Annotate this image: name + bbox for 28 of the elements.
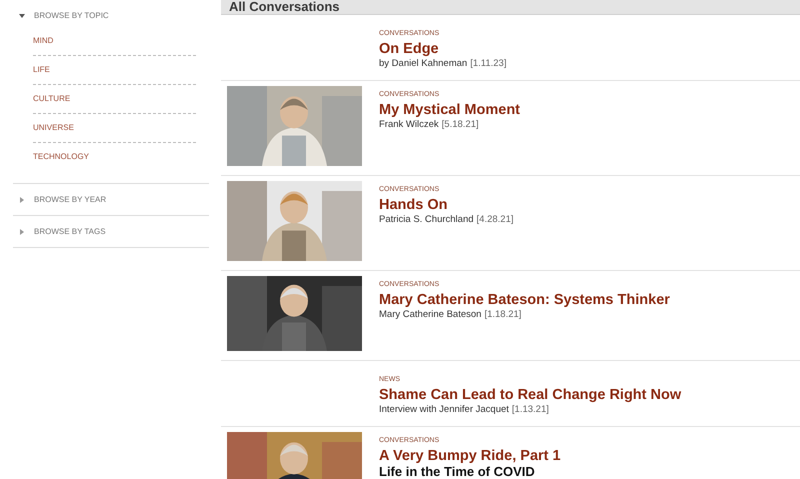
section-header: All Conversations [221, 0, 800, 15]
article-title[interactable]: A Very Bumpy Ride, Part 1 [379, 448, 561, 465]
date: [1.13.21] [512, 404, 549, 416]
byline: Mary Catherine Bateson [379, 309, 482, 321]
topic-link[interactable]: MIND [33, 27, 196, 56]
byline: Patricia S. Churchland [379, 214, 474, 226]
date: [4.28.21] [476, 214, 514, 226]
byline: Interview with Jennifer Jacquet [379, 404, 509, 416]
topic-link[interactable]: UNIVERSE [33, 114, 196, 143]
byline: Frank Wilczek [379, 119, 439, 131]
article-title[interactable]: Mary Catherine Bateson: Systems Thinker [379, 292, 670, 309]
date: [1.11.23] [470, 58, 506, 70]
sidebar-section-toggle[interactable]: BROWSE BY YEAR [13, 184, 106, 215]
article-title[interactable]: Shame Can Lead to Real Change Right Now [379, 387, 682, 404]
article-title[interactable]: On Edge [379, 41, 506, 58]
topic-link[interactable]: LIFE [33, 56, 196, 85]
sidebar-section-toggle[interactable]: BROWSE BY TAGS [13, 216, 106, 247]
date: [1.18.21] [484, 309, 522, 321]
byline: by Daniel Kahneman [379, 58, 468, 70]
caret-down-icon [19, 12, 25, 18]
caret-right-icon [19, 228, 25, 234]
article-subtitle: Life in the Time of COVID [379, 465, 536, 479]
caret-right-icon [19, 196, 25, 202]
topic-link[interactable]: CULTURE [33, 85, 196, 114]
topic-link[interactable]: TECHNOLOGY [33, 143, 196, 171]
article-title[interactable]: Hands On [379, 197, 514, 214]
article-title[interactable]: My Mystical Moment [379, 102, 520, 119]
date: [5.18.21] [442, 119, 479, 131]
